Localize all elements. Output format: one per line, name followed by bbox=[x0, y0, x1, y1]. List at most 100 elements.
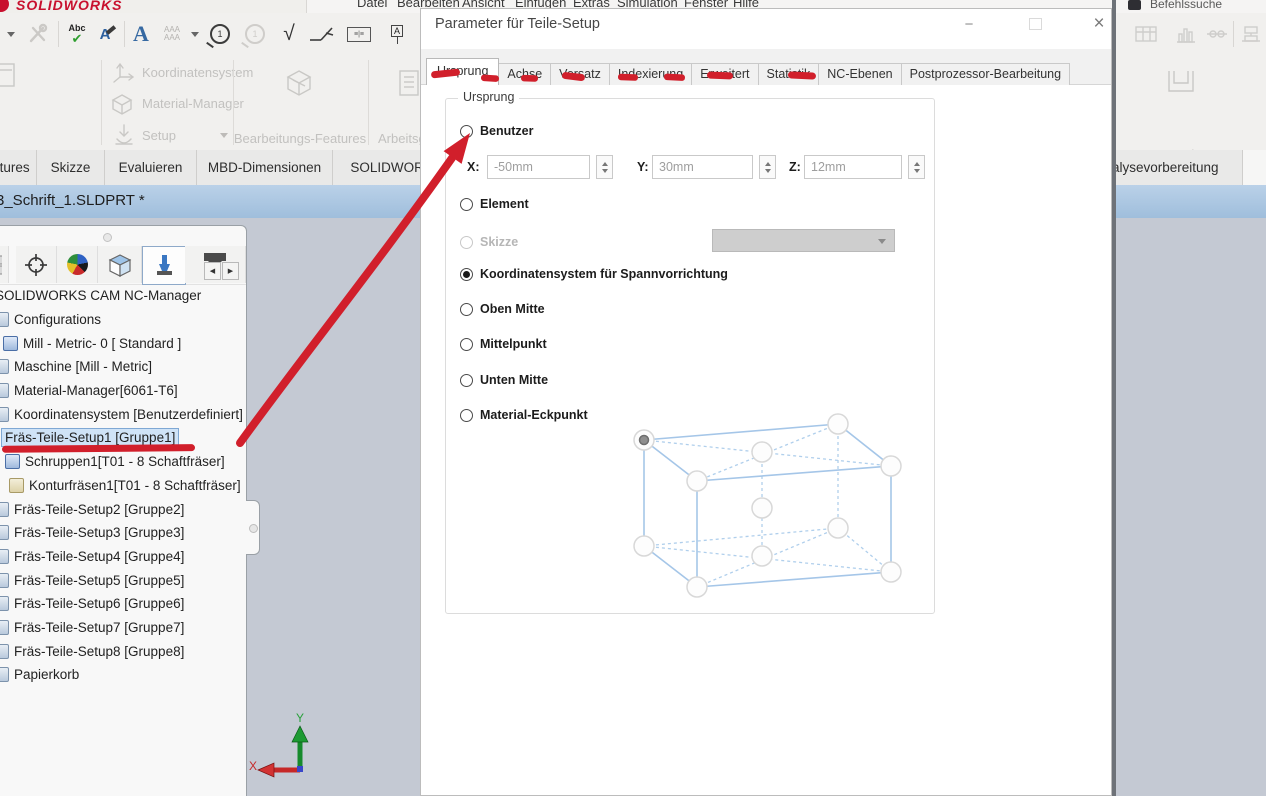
tree-item-fraes-teile-setup4[interactable]: Fräs-Teile-Setup4 [Gruppe4] bbox=[0, 545, 246, 569]
z-input[interactable]: 12mm bbox=[804, 155, 902, 179]
tree-item-fraes-teile-setup2[interactable]: Fräs-Teile-Setup2 [Gruppe2] bbox=[0, 497, 246, 521]
corner-handle[interactable] bbox=[687, 577, 707, 597]
radio-koordinatensystem[interactable]: Koordinatensystem für Spannvorrichtung bbox=[460, 267, 728, 281]
document-title: 3_Schrift_1.SLDPRT * bbox=[0, 192, 145, 209]
spellcheck-icon[interactable]: Abc ✔ bbox=[63, 19, 91, 49]
radio-material-eckpunkt[interactable]: Material-Eckpunkt bbox=[460, 408, 588, 422]
corner-handle[interactable] bbox=[634, 536, 654, 556]
bar-chart-icon[interactable] bbox=[1172, 19, 1200, 49]
tab-cam-manager-icon[interactable] bbox=[142, 246, 186, 285]
corner-handle[interactable] bbox=[687, 471, 707, 491]
center-handle[interactable] bbox=[752, 498, 772, 518]
dialog-tab-versatz[interactable]: Versatz bbox=[550, 63, 610, 85]
radio-oben-mitte[interactable]: Oben Mitte bbox=[460, 302, 545, 316]
dialog-tab-achse[interactable]: Achse bbox=[498, 63, 551, 85]
tab-mbd-dimensionen[interactable]: MBD-Dimensionen bbox=[197, 150, 333, 185]
dialog-tab-statistik[interactable]: Statistik bbox=[758, 63, 820, 85]
tree-item-fraes-teile-setup7[interactable]: Fräs-Teile-Setup7 [Gruppe7] bbox=[0, 616, 246, 640]
tree-item-nc-manager[interactable]: SOLIDWORKS CAM NC-Manager bbox=[0, 284, 246, 308]
dialog-title-bar[interactable]: Parameter für Teile-Setup − × bbox=[421, 9, 1111, 41]
radio-unten-mitte[interactable]: Unten Mitte bbox=[460, 373, 548, 387]
tree-item-mill-metric[interactable]: Mill - Metric- 0 [ Standard ] bbox=[0, 331, 246, 355]
text-format-icon[interactable]: AAA AAA bbox=[157, 19, 187, 49]
tree-item-fraes-teile-setup1[interactable]: Fräs-Teile-Setup1 [Gruppe1] bbox=[0, 426, 246, 450]
dialog-tab-nc-ebenen[interactable]: NC-Ebenen bbox=[818, 63, 901, 85]
feature-manager-tabs: ◀ ▶ bbox=[0, 246, 246, 285]
format-painter-icon[interactable]: A bbox=[94, 19, 122, 49]
dialog-tab-postprozessor[interactable]: Postprozessor-Bearbeitung bbox=[901, 63, 1070, 85]
radio-circle bbox=[460, 125, 473, 138]
y-spinner[interactable] bbox=[759, 155, 776, 179]
tools-icon[interactable] bbox=[24, 19, 52, 49]
tab-features[interactable]: Features bbox=[0, 150, 37, 185]
x-input[interactable]: -50mm bbox=[487, 155, 590, 179]
triad-y-label: Y bbox=[296, 711, 304, 725]
command-search-label[interactable]: Befehlssuche bbox=[1150, 0, 1222, 11]
format-dropdown-caret[interactable] bbox=[189, 19, 201, 49]
y-input[interactable]: 30mm bbox=[652, 155, 753, 179]
maximize-button[interactable] bbox=[1017, 13, 1053, 35]
annotation-flag-icon[interactable]: A bbox=[383, 19, 411, 49]
x-spinner[interactable] bbox=[596, 155, 613, 179]
menu-datei[interactable]: Datei bbox=[357, 0, 387, 10]
radio-mittelpunkt[interactable]: Mittelpunkt bbox=[460, 337, 547, 351]
dim-scheme-icon[interactable] bbox=[1238, 19, 1264, 49]
setup-icon-small bbox=[0, 644, 9, 659]
tree-item-papierkorb[interactable]: Papierkorb bbox=[0, 663, 246, 687]
tree-item-maschine[interactable]: Maschine [Mill - Metric] bbox=[0, 355, 246, 379]
tree-item-koordinatensystem[interactable]: Koordinatensystem [Benutzerdefiniert] bbox=[0, 402, 246, 426]
coordsys-icon bbox=[112, 61, 136, 85]
smart-dimension-icon[interactable] bbox=[306, 19, 338, 49]
dialog-tab-erweitert[interactable]: Erweitert bbox=[691, 63, 758, 85]
face-center-handle[interactable] bbox=[752, 442, 772, 462]
radio-circle bbox=[460, 338, 473, 351]
tree-item-fraes-teile-setup5[interactable]: Fräs-Teile-Setup5 [Gruppe5] bbox=[0, 568, 246, 592]
zoom-to-selection-icon[interactable]: 1 bbox=[205, 19, 235, 49]
setup-icon-small bbox=[0, 502, 9, 517]
tab-evaluieren[interactable]: Evaluieren bbox=[105, 150, 197, 185]
tab-skizze[interactable]: Skizze bbox=[37, 150, 105, 185]
panel-flyout-handle[interactable] bbox=[246, 500, 260, 555]
corner-handle[interactable] bbox=[881, 562, 901, 582]
minimize-button[interactable]: − bbox=[951, 13, 987, 35]
tab-propertymanager-icon[interactable] bbox=[16, 246, 57, 283]
tab-featuremanager-icon[interactable] bbox=[0, 246, 9, 283]
stock-corner-picker[interactable] bbox=[613, 409, 953, 621]
material-manager-button[interactable]: Material-Manager bbox=[142, 96, 244, 111]
panel-tabs-scroll-left[interactable]: ◀ bbox=[204, 262, 221, 280]
recycle-bin-icon bbox=[0, 667, 9, 682]
z-spinner[interactable] bbox=[908, 155, 925, 179]
corner-handle[interactable] bbox=[828, 414, 848, 434]
tree-item-material-manager[interactable]: Material-Manager[6061-T6] bbox=[0, 379, 246, 403]
radio-benutzer[interactable]: Benutzer bbox=[460, 124, 533, 138]
tab-configurationmanager-icon[interactable] bbox=[57, 246, 98, 283]
corner-handle[interactable] bbox=[881, 456, 901, 476]
command-search-icon bbox=[1128, 0, 1141, 10]
y-label: Y: bbox=[637, 160, 649, 174]
tab-extra-blank[interactable] bbox=[1243, 150, 1266, 185]
corner-handle[interactable] bbox=[828, 518, 848, 538]
tab-dimxpertmanager-icon[interactable] bbox=[98, 246, 142, 283]
tree-item-schruppen1[interactable]: Schruppen1[T01 - 8 Schaftfräser] bbox=[0, 450, 246, 474]
setup-button[interactable]: Setup bbox=[142, 128, 176, 143]
panel-handle-dot[interactable] bbox=[103, 233, 112, 242]
tree-item-configurations[interactable]: Configurations bbox=[0, 308, 246, 332]
configurations-icon bbox=[0, 312, 9, 327]
panel-tabs-scroll-right[interactable]: ▶ bbox=[222, 262, 239, 280]
dialog-tab-indexierung[interactable]: Indexierung bbox=[609, 63, 692, 85]
tree-item-fraes-teile-setup3[interactable]: Fräs-Teile-Setup3 [Gruppe3] bbox=[0, 521, 246, 545]
note-box-icon[interactable]: ≡|≡ bbox=[342, 19, 376, 49]
tree-item-konturfraesen1[interactable]: Konturfräsen1[T01 - 8 Schaftfräser] bbox=[0, 474, 246, 498]
toolbar-dropdown-caret[interactable] bbox=[5, 19, 17, 49]
tree-item-fraes-teile-setup8[interactable]: Fräs-Teile-Setup8 [Gruppe8] bbox=[0, 639, 246, 663]
check-sketch-icon[interactable]: √ bbox=[276, 19, 302, 49]
coordsys-button[interactable]: Koordinatensystem bbox=[142, 65, 253, 80]
table-icon[interactable] bbox=[1130, 19, 1162, 49]
radio-element[interactable]: Element bbox=[460, 197, 529, 211]
tree-item-fraes-teile-setup6[interactable]: Fräs-Teile-Setup6 [Gruppe6] bbox=[0, 592, 246, 616]
face-center-handle[interactable] bbox=[752, 546, 772, 566]
font-icon[interactable]: A bbox=[128, 19, 154, 49]
tolerance-icon[interactable] bbox=[1203, 19, 1231, 49]
extract-features-button[interactable]: Bearbeitungs-Features bbox=[225, 131, 375, 146]
dialog-tab-ursprung[interactable]: Ursprung bbox=[426, 58, 499, 85]
